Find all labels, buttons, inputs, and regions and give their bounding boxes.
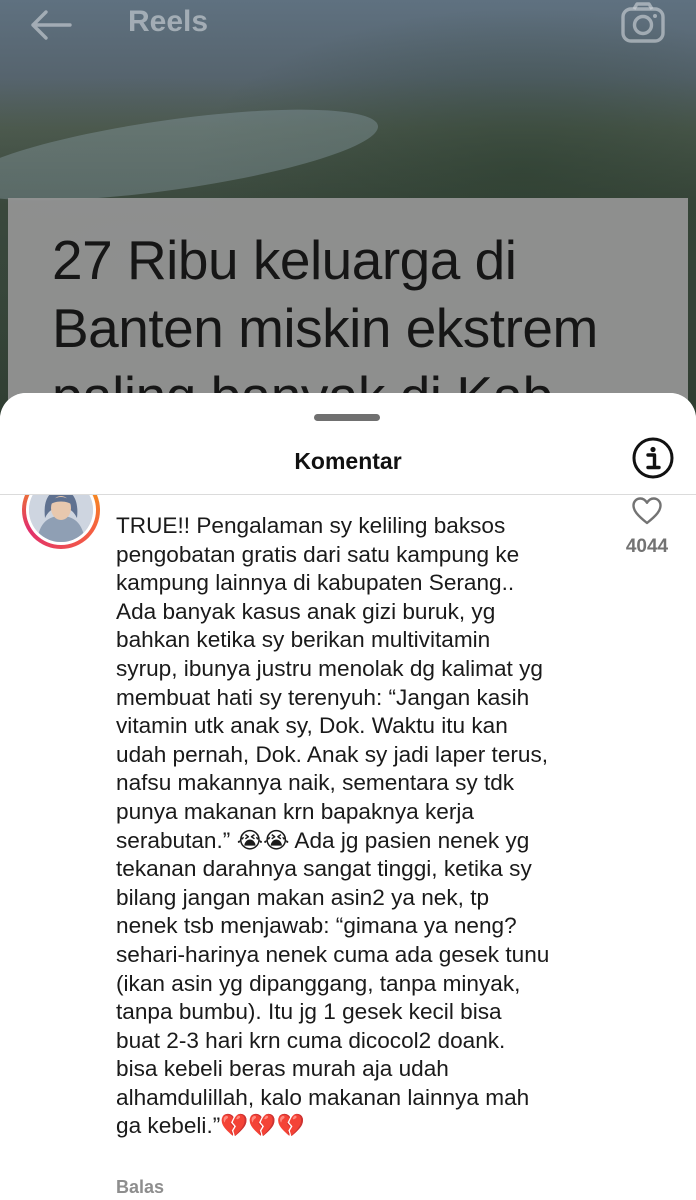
comment-body: TRUE!! Pengalaman sy keliling baksos pen… bbox=[116, 513, 550, 1139]
like-count: 4044 bbox=[625, 536, 669, 557]
camera-icon[interactable] bbox=[620, 2, 666, 44]
sheet-title: Komentar bbox=[294, 448, 402, 474]
info-icon[interactable] bbox=[631, 436, 675, 480]
heart-icon[interactable] bbox=[631, 496, 663, 526]
sheet-divider bbox=[0, 494, 696, 495]
reels-top-bar: Reels bbox=[0, 0, 696, 50]
comments-sheet: Komentar TRUE!! Pengalaman sy keliling b… bbox=[0, 393, 696, 1200]
back-arrow-icon[interactable] bbox=[28, 8, 72, 42]
sheet-drag-handle[interactable] bbox=[314, 414, 380, 421]
reel-video-background[interactable]: Reels 27 Ribu keluarga di Banten miskin … bbox=[0, 0, 696, 430]
reels-title: Reels bbox=[128, 5, 209, 38]
reply-button[interactable]: Balas bbox=[116, 1177, 164, 1198]
